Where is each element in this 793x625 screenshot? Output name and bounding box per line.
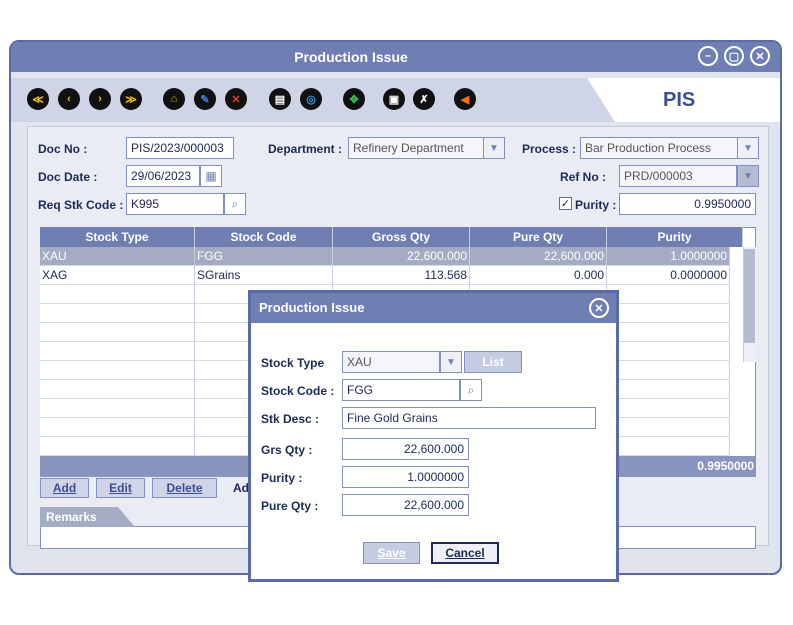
ref-no-field[interactable]: PRD/000003: [619, 165, 737, 187]
pure-qty-label: Pure Qty :: [261, 499, 319, 513]
close-icon[interactable]: ✕: [750, 46, 770, 66]
delete-record-icon[interactable]: ✕: [225, 88, 247, 110]
grid-empty-cell[interactable]: [40, 380, 195, 399]
list-button[interactable]: List: [464, 351, 522, 373]
calendar-icon[interactable]: ▦: [200, 165, 222, 187]
grid-empty-cell[interactable]: [40, 437, 195, 456]
department-label: Department :: [268, 142, 343, 156]
chevron-down-icon[interactable]: ▼: [440, 351, 462, 373]
grid-empty-cell[interactable]: [40, 285, 195, 304]
purity-checkbox[interactable]: ✓: [559, 197, 572, 210]
add-button[interactable]: Add: [40, 478, 89, 498]
doc-date-label: Doc Date :: [38, 170, 98, 184]
grid-empty-cell[interactable]: [40, 418, 195, 437]
cancel-icon[interactable]: ✗: [413, 88, 435, 110]
purity-field[interactable]: 0.9950000: [619, 193, 756, 215]
new-record-icon[interactable]: ⌂: [163, 88, 185, 110]
doc-date-field[interactable]: 29/06/2023: [126, 165, 200, 187]
search-icon[interactable]: ◎: [300, 88, 322, 110]
pure-qty-field[interactable]: 22,600.000: [342, 494, 469, 516]
grid-cell[interactable]: 0.0000000: [607, 266, 730, 285]
maximize-icon[interactable]: ▢: [724, 46, 744, 66]
process-label: Process :: [522, 142, 577, 156]
stk-desc-label: Stk Desc :: [261, 412, 320, 426]
ref-no-label: Ref No :: [560, 170, 606, 184]
search-icon[interactable]: ⌕: [224, 193, 246, 215]
grid-empty-cell[interactable]: [607, 437, 730, 456]
grid-empty-cell[interactable]: [607, 399, 730, 418]
grid-empty-cell[interactable]: [607, 304, 730, 323]
column-header[interactable]: Purity: [607, 227, 743, 247]
doc-no-field[interactable]: PIS/2023/000003: [126, 137, 234, 159]
print-icon[interactable]: ▤: [269, 88, 291, 110]
delete-button[interactable]: Delete: [152, 478, 217, 498]
edit-button[interactable]: Edit: [96, 478, 145, 498]
stock-code-field[interactable]: FGG: [342, 379, 460, 401]
grid-empty-cell[interactable]: [607, 361, 730, 380]
grid-cell[interactable]: SGrains: [195, 266, 333, 285]
chevron-down-icon[interactable]: ▼: [737, 165, 759, 187]
edit-record-icon[interactable]: ✎: [194, 88, 216, 110]
grs-qty-label: Grs Qty :: [261, 443, 313, 457]
grid-cell[interactable]: 22,600.000: [333, 247, 470, 266]
first-record-icon[interactable]: ≪: [27, 88, 49, 110]
req-stk-code-field[interactable]: K995: [126, 193, 224, 215]
grid-empty-cell[interactable]: [40, 342, 195, 361]
grid-empty-cell[interactable]: [40, 399, 195, 418]
footer-purity: 0.9950000: [697, 459, 754, 473]
scrollbar-thumb[interactable]: [744, 249, 755, 343]
previous-record-icon[interactable]: ‹: [58, 88, 80, 110]
grid-cell[interactable]: 1.0000000: [607, 247, 730, 266]
grs-qty-field[interactable]: 22,600.000: [342, 438, 469, 460]
grid-cell[interactable]: 22,600.000: [470, 247, 607, 266]
grid-cell[interactable]: XAU: [40, 247, 195, 266]
cancel-button[interactable]: Cancel: [431, 542, 499, 564]
purity-label: Purity :: [575, 198, 617, 212]
minimize-icon[interactable]: –: [698, 46, 718, 66]
column-header[interactable]: Stock Code: [195, 227, 333, 247]
module-code-label: PIS: [587, 78, 780, 122]
chevron-down-icon[interactable]: ▼: [483, 137, 505, 159]
department-select[interactable]: Refinery Department: [348, 137, 484, 159]
column-header[interactable]: Pure Qty: [470, 227, 607, 247]
exit-icon[interactable]: ◀: [454, 88, 476, 110]
last-record-icon[interactable]: ≫: [120, 88, 142, 110]
purity-label: Purity :: [261, 471, 303, 485]
column-header[interactable]: Gross Qty: [333, 227, 470, 247]
grid-cell[interactable]: 0.000: [470, 266, 607, 285]
save-icon[interactable]: ▣: [383, 88, 405, 110]
grid-empty-cell[interactable]: [40, 304, 195, 323]
column-header[interactable]: Stock Type: [40, 227, 195, 247]
grid-cell[interactable]: FGG: [195, 247, 333, 266]
stock-code-label: Stock Code :: [261, 384, 335, 398]
stock-type-select[interactable]: XAU: [342, 351, 440, 373]
req-stk-code-label: Req Stk Code :: [38, 198, 124, 212]
stk-desc-field[interactable]: Fine Gold Grains: [342, 407, 596, 429]
grid-empty-cell[interactable]: [607, 285, 730, 304]
grid-empty-cell[interactable]: [607, 418, 730, 437]
grid-empty-cell[interactable]: [607, 380, 730, 399]
dialog-title: Production Issue: [251, 293, 616, 323]
grid-cell[interactable]: XAG: [40, 266, 195, 285]
save-button[interactable]: Save: [363, 542, 420, 564]
purity-field[interactable]: 1.0000000: [342, 466, 469, 488]
refresh-icon[interactable]: ✥: [343, 88, 365, 110]
stock-type-label: Stock Type: [261, 356, 325, 370]
next-record-icon[interactable]: ›: [89, 88, 111, 110]
grid-empty-cell[interactable]: [607, 323, 730, 342]
production-issue-dialog: Production Issue ✕ Stock Type XAU ▼ List…: [248, 290, 619, 582]
grid-empty-cell[interactable]: [40, 323, 195, 342]
window-title: Production Issue: [294, 49, 408, 65]
grid-cell[interactable]: 113.568: [333, 266, 470, 285]
process-select[interactable]: Bar Production Process: [580, 137, 738, 159]
partial-action-label: Ad: [233, 481, 249, 495]
chevron-down-icon[interactable]: ▼: [737, 137, 759, 159]
search-icon[interactable]: ⌕: [460, 379, 482, 401]
grid-empty-cell[interactable]: [607, 342, 730, 361]
doc-no-label: Doc No :: [38, 142, 88, 156]
grid-empty-cell[interactable]: [40, 361, 195, 380]
close-icon[interactable]: ✕: [589, 298, 609, 318]
